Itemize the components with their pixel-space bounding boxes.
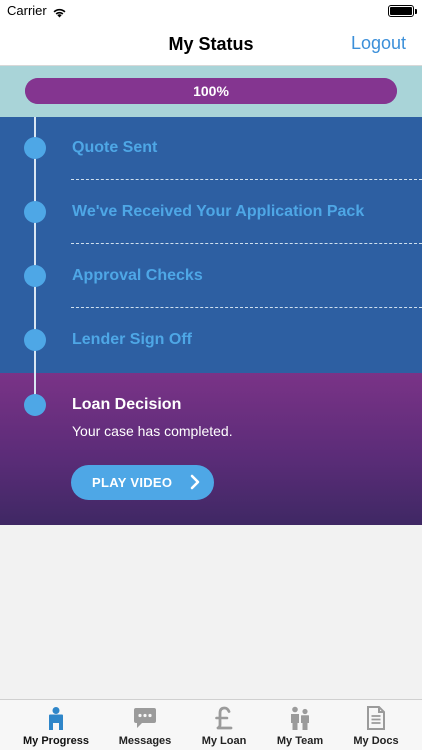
progress-section: 100% xyxy=(0,66,422,117)
navigation-bar: My Status Logout xyxy=(0,22,422,66)
step-application-pack: We've Received Your Application Pack xyxy=(0,181,422,245)
step-label: Quote Sent xyxy=(72,139,158,156)
step-label: Loan Decision xyxy=(72,396,182,413)
step-description: Your case has completed. xyxy=(72,423,233,439)
team-icon xyxy=(288,706,312,730)
step-dot xyxy=(24,265,46,287)
step-divider xyxy=(71,179,422,180)
tab-messages[interactable]: Messages xyxy=(103,700,187,750)
step-divider xyxy=(71,307,422,308)
step-approval-checks: Approval Checks xyxy=(0,245,422,309)
chat-bubble-icon xyxy=(133,706,157,730)
progress-label: 100% xyxy=(193,83,229,99)
tab-label: My Loan xyxy=(201,735,247,747)
wifi-icon xyxy=(52,5,67,23)
battery-icon xyxy=(388,5,417,17)
step-dot xyxy=(24,137,46,159)
step-dot xyxy=(24,201,46,223)
step-label: Approval Checks xyxy=(72,267,203,284)
logout-button[interactable]: Logout xyxy=(351,33,406,54)
step-dot xyxy=(24,329,46,351)
step-dot xyxy=(24,394,46,416)
status-bar: Carrier xyxy=(0,0,422,22)
document-icon xyxy=(364,706,388,730)
step-quote-sent: Quote Sent xyxy=(0,117,422,181)
step-label: Lender Sign Off xyxy=(72,331,192,348)
tab-label: My Docs xyxy=(353,735,399,747)
step-lender-sign-off: Lender Sign Off xyxy=(0,309,422,373)
tab-label: My Team xyxy=(276,735,324,747)
step-label: We've Received Your Application Pack xyxy=(72,203,365,220)
tab-label: Messages xyxy=(118,735,172,747)
tab-my-docs[interactable]: My Docs xyxy=(334,700,418,750)
tab-label: My Progress xyxy=(22,735,90,747)
person-icon xyxy=(44,706,68,730)
pound-icon xyxy=(212,706,236,730)
tab-bar: My Progress Messages My Loan My Team My … xyxy=(0,699,422,750)
carrier-label: Carrier xyxy=(7,3,47,18)
chevron-right-icon xyxy=(190,474,200,495)
play-video-label: PLAY VIDEO xyxy=(92,475,173,490)
step-divider xyxy=(71,243,422,244)
progress-bar: 100% xyxy=(25,78,397,104)
tab-my-team[interactable]: My Team xyxy=(258,700,342,750)
play-video-button[interactable]: PLAY VIDEO xyxy=(71,465,214,500)
tab-my-progress[interactable]: My Progress xyxy=(14,700,98,750)
tab-my-loan[interactable]: My Loan xyxy=(182,700,266,750)
